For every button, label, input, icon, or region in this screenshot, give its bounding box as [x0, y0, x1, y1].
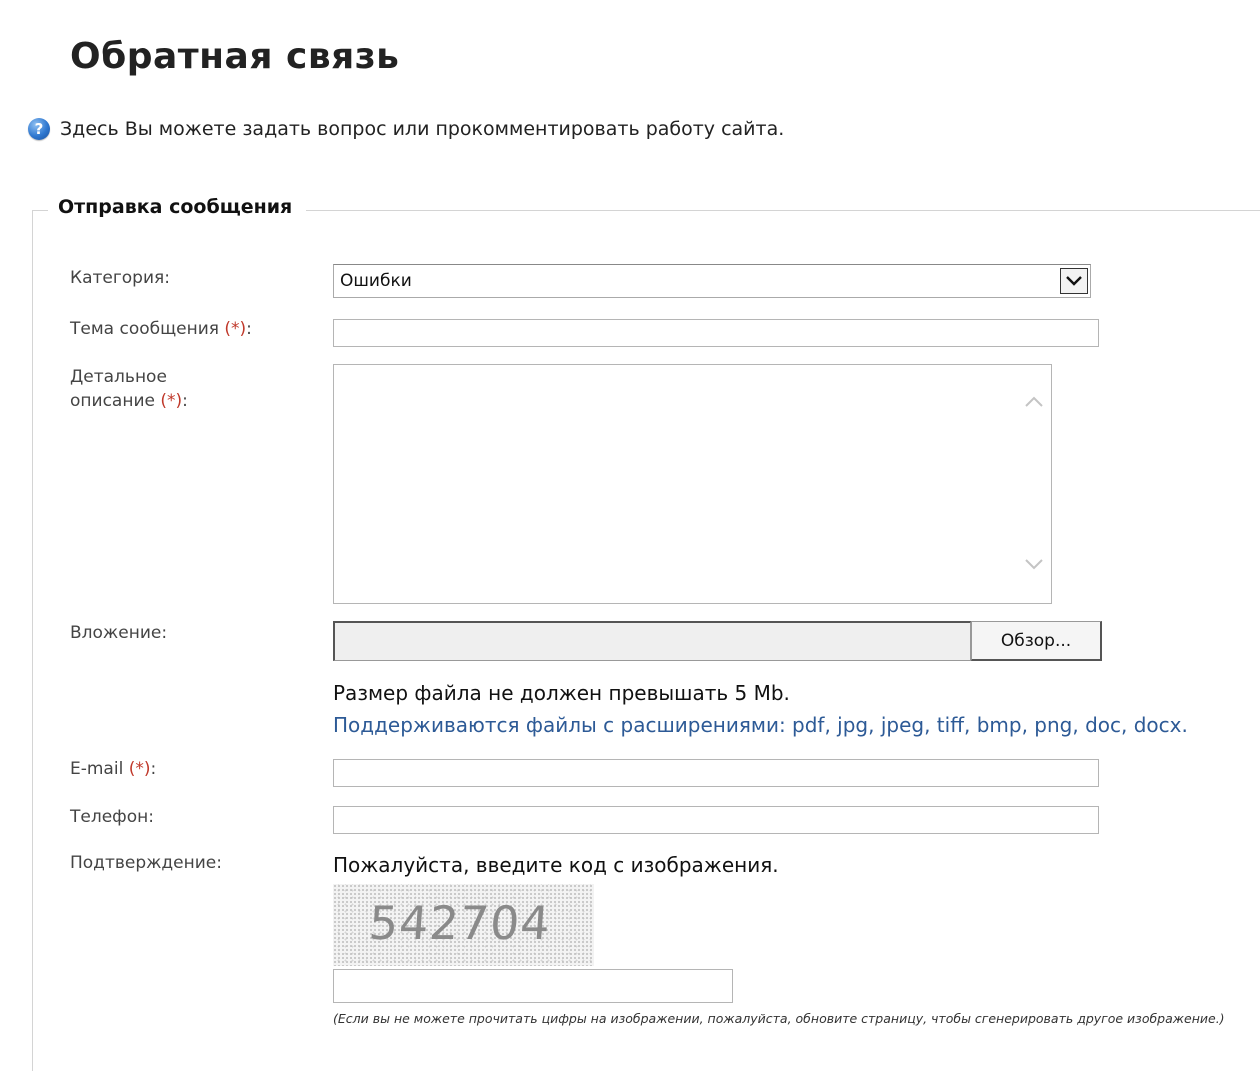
scroll-down-icon[interactable]: [1022, 551, 1046, 575]
subject-input[interactable]: [333, 319, 1099, 347]
intro-text-row: ? Здесь Вы можете задать вопрос или прок…: [28, 118, 784, 140]
page-title: Обратная связь: [70, 36, 400, 77]
captcha-input[interactable]: [333, 969, 733, 1003]
attachment-file-field[interactable]: [333, 621, 971, 661]
category-label: Категория:: [70, 268, 170, 288]
attachment-label: Вложение:: [70, 623, 168, 643]
textarea-scrollbar[interactable]: [1017, 365, 1051, 603]
required-mark: (*): [128, 759, 151, 779]
captcha-note: (Если вы не можете прочитать цифры на из…: [333, 1011, 1225, 1026]
required-mark: (*): [160, 391, 183, 411]
email-field[interactable]: [333, 759, 1099, 787]
category-select[interactable]: Ошибки: [333, 264, 1091, 298]
chevron-down-icon[interactable]: [1060, 268, 1088, 294]
file-size-hint: Размер файла не должен превышать 5 Mb.: [333, 681, 790, 705]
subject-label-text: Тема сообщения: [70, 319, 219, 339]
file-extensions-hint: Поддерживаются файлы с расширениями: pdf…: [333, 713, 1188, 737]
captcha-prompt: Пожалуйста, введите код с изображения.: [333, 853, 779, 877]
required-mark: (*): [224, 319, 247, 339]
description-label: Детальное описание (*):: [70, 365, 188, 413]
captcha-code: 542704: [367, 896, 553, 950]
subject-label: Тема сообщения (*):: [70, 317, 252, 341]
question-help-icon: ?: [28, 118, 50, 140]
browse-button[interactable]: Обзор...: [971, 621, 1102, 661]
description-textarea[interactable]: [333, 364, 1052, 604]
description-label-line2: описание (*):: [70, 391, 188, 411]
email-label-text: E-mail: [70, 759, 124, 779]
phone-label: Телефон:: [70, 807, 154, 827]
fieldset-legend: Отправка сообщения: [48, 196, 307, 218]
phone-field[interactable]: [333, 806, 1099, 834]
captcha-image: 542704: [333, 884, 594, 966]
scroll-up-icon[interactable]: [1022, 391, 1046, 415]
subject-label-colon: :: [246, 319, 252, 339]
confirmation-label: Подтверждение:: [70, 853, 222, 873]
intro-text: Здесь Вы можете задать вопрос или проком…: [60, 118, 785, 140]
category-selected-value: Ошибки: [340, 271, 412, 291]
description-label-line1: Детальное: [70, 367, 167, 387]
email-label: E-mail (*):: [70, 757, 156, 781]
email-label-colon: :: [150, 759, 157, 779]
